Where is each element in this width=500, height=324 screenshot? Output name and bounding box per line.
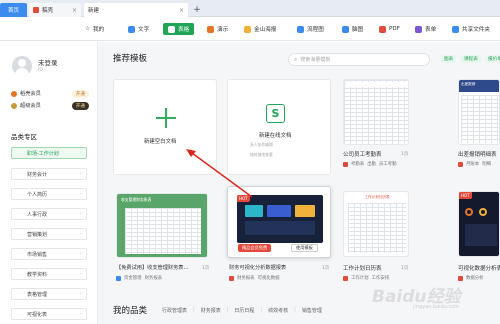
watermark-url: jingyan.baidu.com: [413, 304, 460, 310]
annotation-arrow: [186, 149, 253, 198]
